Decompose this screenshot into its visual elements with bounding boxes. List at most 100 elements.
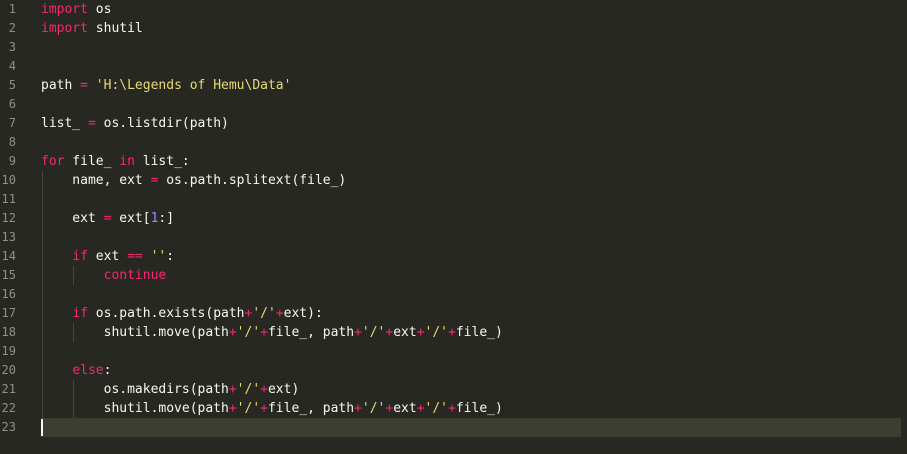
line-number: 17 [1,306,16,320]
code-token: shutil.move(path [41,325,229,340]
code-line[interactable] [41,133,901,152]
code-token: + [448,325,456,340]
code-token: list_: [134,154,190,169]
line-number: 5 [8,78,16,92]
code-token: for [41,154,65,169]
code-token: + [354,325,362,340]
code-line[interactable]: import os [41,0,901,19]
code-line[interactable]: shutil.move(path+'/'+file_, path+'/'+ext… [41,399,901,418]
code-token: = [80,78,88,93]
code-token: os.makedirs(path [41,382,229,397]
code-token: os.path.splitext(file_) [158,173,347,188]
code-line[interactable]: else: [41,361,901,380]
code-token: '/' [361,401,386,416]
code-line[interactable]: path = 'H:\Legends of Hemu\Data' [41,76,901,95]
code-line[interactable]: list_ = os.listdir(path) [41,114,901,133]
active-code-line[interactable] [41,418,901,437]
code-editor[interactable]: 1 2 3 4 5 6 7 8 9 10 11 12 13 14 15 16 17 18 19 20 21 22 23 im… [0,0,907,454]
line-number: 8 [8,135,16,149]
code-line[interactable] [41,285,901,304]
code-line[interactable]: if os.path.exists(path+'/'+ext): [41,304,901,323]
code-token: ext): [283,306,323,321]
line-number: 21 [1,382,16,396]
code-token: + [448,401,456,416]
code-token: + [228,382,237,397]
line-number: 11 [1,192,16,206]
code-line[interactable]: ext = ext[1:] [41,209,901,228]
indent-guide [73,380,74,418]
code-token: ext [87,249,128,264]
code-line[interactable]: import shutil [41,19,901,38]
code-token: + [416,325,425,340]
line-number: 7 [8,116,16,130]
code-line[interactable] [41,38,901,57]
code-token: file_) [455,401,503,416]
code-token: import [41,21,88,36]
line-number: 15 [1,268,16,282]
code-token: file_ [64,154,120,169]
code-token: '/' [361,325,386,340]
line-number: 9 [8,154,16,168]
code-line[interactable]: if ext == '': [41,247,901,266]
line-number: 20 [1,363,16,377]
line-number: 2 [8,21,16,35]
indent-guide [73,323,74,342]
code-token: ext[ [111,211,151,226]
code-token: in [119,154,135,169]
code-token: file_, path [267,325,355,340]
code-line[interactable] [41,57,901,76]
indent-guide [42,171,43,418]
line-number: 23 [1,420,16,434]
code-token: ext [41,211,104,226]
code-line[interactable]: os.makedirs(path+'/'+ext) [41,380,901,399]
code-token: '/' [424,325,449,340]
code-token: + [228,325,237,340]
code-token: import [41,2,88,17]
code-line[interactable]: name, ext = os.path.splitext(file_) [41,171,901,190]
code-token: if [72,306,88,321]
code-token: if [72,249,88,264]
code-line[interactable] [41,190,901,209]
code-token: '/' [424,401,449,416]
code-line[interactable] [41,95,901,114]
code-token: shutil [87,21,143,36]
code-token: path [41,78,81,93]
code-line[interactable]: for file_ in list_: [41,152,901,171]
line-number: 1 [8,2,16,16]
code-token: file_) [455,325,503,340]
line-number: 22 [1,401,16,415]
code-token: + [228,401,237,416]
indent-guide [73,266,74,285]
code-line[interactable] [41,342,901,361]
code-token: = [87,116,96,131]
code-token: ext [393,401,417,416]
code-token: '' [150,249,167,264]
code-token: file_, path [267,401,355,416]
code-token: '/' [236,325,261,340]
line-number: 3 [8,40,16,54]
code-token: + [416,401,425,416]
code-line[interactable]: shutil.move(path+'/'+file_, path+'/'+ext… [41,323,901,342]
code-token: + [260,325,268,340]
code-token: '/' [252,306,276,321]
line-number-gutter: 1 2 3 4 5 6 7 8 9 10 11 12 13 14 15 16 17 18 19 20 21 22 23 [0,0,36,454]
code-token: + [260,382,268,397]
line-number: 6 [8,97,16,111]
code-token: == [127,249,143,264]
code-token: else [72,363,104,378]
code-line[interactable] [41,228,901,247]
line-number: 18 [1,325,16,339]
code-token: '/' [236,401,261,416]
code-token: shutil.move(path [41,401,229,416]
line-number: 13 [1,230,16,244]
line-number: 19 [1,344,16,358]
code-token: continue [103,268,167,283]
line-number: 10 [1,173,16,187]
code-line[interactable]: continue [41,266,901,285]
line-number: 16 [1,287,16,301]
code-token: + [260,401,268,416]
code-token: list_ [41,116,88,131]
